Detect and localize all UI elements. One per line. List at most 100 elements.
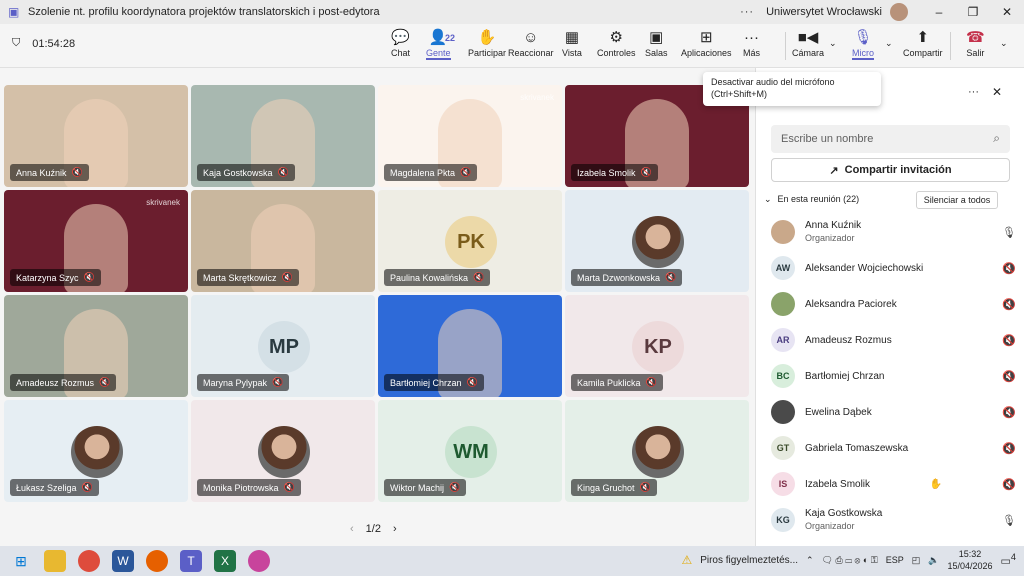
initials-avatar: WM [445,426,497,478]
mic-muted-icon: 🔇 [645,377,657,387]
avatar: AR [771,328,795,352]
participant-name-label: Kinga Gruchot 🔇 [571,479,657,496]
toolbar-2-button[interactable]: ✋ Participar [468,28,506,64]
avatar: AW [771,256,795,280]
initials-avatar: KP [632,321,684,373]
toolbar-5-button[interactable]: ⚙ Controles [597,28,636,64]
file-explorer-icon[interactable] [44,550,66,572]
leave-button[interactable]: ☎ Salir [966,28,985,64]
participant-list-item[interactable]: AW Aleksander Wojciechowski 🔇 [771,250,1016,286]
participant-name-label: Bartłomiej Chrzan 🔇 [384,374,484,391]
toolbar-7-button[interactable]: ⊞ Aplicaciones [681,28,732,64]
notification-center-icon[interactable]: ▭4 [1001,552,1017,568]
maximize-button[interactable]: ❐ [956,5,990,19]
participant-list-item[interactable]: IS Izabela Smolik ✋ 🔇 [771,466,1016,502]
avatar[interactable] [890,3,908,21]
volume-icon[interactable]: 🔈 [928,555,939,566]
close-panel-button[interactable]: ✕ [992,85,1002,99]
participant-tile[interactable]: PK Paulina Kowalińska 🔇 [378,190,562,292]
mic-muted-icon: 🔇 [639,482,651,492]
people-panel: ··· ✕ Escribe un nombre ⌕ ↗ Compartir in… [755,68,1024,546]
more-options-icon[interactable]: ··· [968,86,979,98]
share-button[interactable]: ⬆ Compartir [903,28,943,64]
close-button[interactable]: ✕ [990,5,1024,19]
clock[interactable]: 15:32 15/04/2026 [947,548,992,572]
participant-tile[interactable]: KP Kamila Puklicka 🔇 [565,295,749,397]
teams-taskbar-icon[interactable]: T [180,550,202,572]
avatar [771,400,795,424]
chevron-down-icon[interactable]: ⌄ [1000,38,1008,49]
toolbar-1-button[interactable]: 👤 22 Gente [426,28,455,64]
participant-list-item[interactable]: Anna Kuźnik Organizador 🎙 [771,214,1016,250]
participant-name-label: Wiktor Machij 🔇 [384,479,467,496]
timer-text: 01:54:28 [32,37,76,50]
toolbar-icon: ▣ [649,29,664,46]
participant-tile[interactable]: skrivanek Magdalena Pkta 🔇 [378,85,562,187]
participant-tile[interactable]: skrivanek Katarzyna Szyc 🔇 [4,190,188,292]
more-icon[interactable]: ··· [740,6,754,18]
participant-tile[interactable]: Anna Kuźnik 🔇 [4,85,188,187]
lang-indicator[interactable]: ESP [886,555,904,565]
mic-muted-icon: 🔇 [665,272,677,282]
firefox-icon[interactable] [146,550,168,572]
toolbar-0-button[interactable]: 💬 Chat [391,28,410,64]
network-icon[interactable]: ◰ [912,555,921,566]
toolbar-3-button[interactable]: ☺ Reaccionar [508,28,554,64]
participant-tile[interactable]: WM Wiktor Machij 🔇 [378,400,562,502]
windows-start-icon[interactable]: ⊞ [10,550,32,572]
toolbar-4-button[interactable]: ▦ Vista [562,28,582,64]
taskbar: ⊞ W T X ⚠ Piros figyelmeztetés... ⌃ 🗨 ⎙ … [0,546,1024,576]
mute-all-button[interactable]: Silenciar a todos [916,191,998,209]
video-stage: Anna Kuźnik 🔇 Kaja Gostkowska 🔇 skrivanek Mag… [0,68,755,546]
window-title: Szolenie nt. profilu koordynatora projek… [28,6,380,18]
participant-list-item[interactable]: KG Kaja Gostkowska Organizador 🎙 [771,502,1016,538]
participant-list-item[interactable]: BC Bartłomiej Chrzan 🔇 [771,358,1016,394]
share-invite-button[interactable]: ↗ Compartir invitación [771,158,1010,182]
participant-name-label: Katarzyna Szyc 🔇 [10,269,101,286]
next-page-button[interactable]: › [393,523,397,535]
system-tray: ⚠ Piros figyelmeztetés... ⌃ 🗨 ⎙ ▭ ⊗ ◐ ⚿ … [681,548,1016,572]
toolbar-8-button[interactable]: ··· Más [743,28,760,64]
profile-picture [632,426,684,478]
minimize-button[interactable]: – [922,5,956,19]
participant-name-label: Maryna Pylypak 🔇 [197,374,290,391]
camera-button[interactable]: ■◀ Cámara [792,28,824,64]
participant-tile[interactable]: Łukasz Szeliga 🔇 [4,400,188,502]
people-search-input[interactable]: Escribe un nombre ⌕ [771,125,1010,153]
prev-page-button[interactable]: ‹ [350,523,354,535]
participant-list-item[interactable]: AR Amadeusz Rozmus 🔇 [771,322,1016,358]
profile-picture [258,426,310,478]
mic-muted-icon: 🔇 [281,272,293,282]
participant-tile[interactable]: Monika Piotrowska 🔇 [191,400,375,502]
mic-muted-icon: 🔇 [1002,370,1016,383]
share-screen-icon: ⬆ [916,29,930,46]
participant-tile[interactable]: Amadeusz Rozmus 🔇 [4,295,188,397]
chevron-down-icon[interactable]: ⌄ [829,38,837,49]
mic-muted-icon: 🔇 [1002,406,1016,419]
shield-icon: ⛉ [12,37,21,49]
org-name[interactable]: Uniwersytet Wrocławski [766,6,882,18]
toolbar-6-button[interactable]: ▣ Salas [645,28,668,64]
participant-name-label: Kaja Gostkowska 🔇 [197,164,295,181]
notification-text[interactable]: Piros figyelmeztetés... [700,555,798,566]
chevron-down-icon[interactable]: ⌄ [885,38,893,49]
participant-tile[interactable]: Marta Skrętkowicz 🔇 [191,190,375,292]
participant-list-item[interactable]: Ewelina Dąbek 🔇 [771,394,1016,430]
tray-icons[interactable]: 🗨 ⎙ ▭ ⊗ ◐ ⚿ [822,555,878,566]
section-header[interactable]: ⌄ En esta reunión (22) [764,194,859,205]
word-icon[interactable]: W [112,550,134,572]
excel-icon[interactable]: X [214,550,236,572]
chrome-icon[interactable] [78,550,100,572]
participant-tile[interactable]: Bartłomiej Chrzan 🔇 [378,295,562,397]
mic-button[interactable]: 🎙 Micro [852,28,874,64]
participant-tile[interactable]: MP Maryna Pylypak 🔇 [191,295,375,397]
participant-tile[interactable]: Marta Dzwonkowska 🔇 [565,190,749,292]
participant-list-item[interactable]: GT Gabriela Tomaszewska 🔇 [771,430,1016,466]
app-icon[interactable] [248,550,270,572]
participant-tile[interactable]: Kaja Gostkowska 🔇 [191,85,375,187]
mic-muted-icon: 🔇 [1002,334,1016,347]
meeting-timer: ⛉ 01:54:28 [12,37,75,50]
tray-up-icon[interactable]: ⌃ [806,555,814,566]
participant-list-item[interactable]: Aleksandra Paciorek 🔇 [771,286,1016,322]
participant-tile[interactable]: Kinga Gruchot 🔇 [565,400,749,502]
